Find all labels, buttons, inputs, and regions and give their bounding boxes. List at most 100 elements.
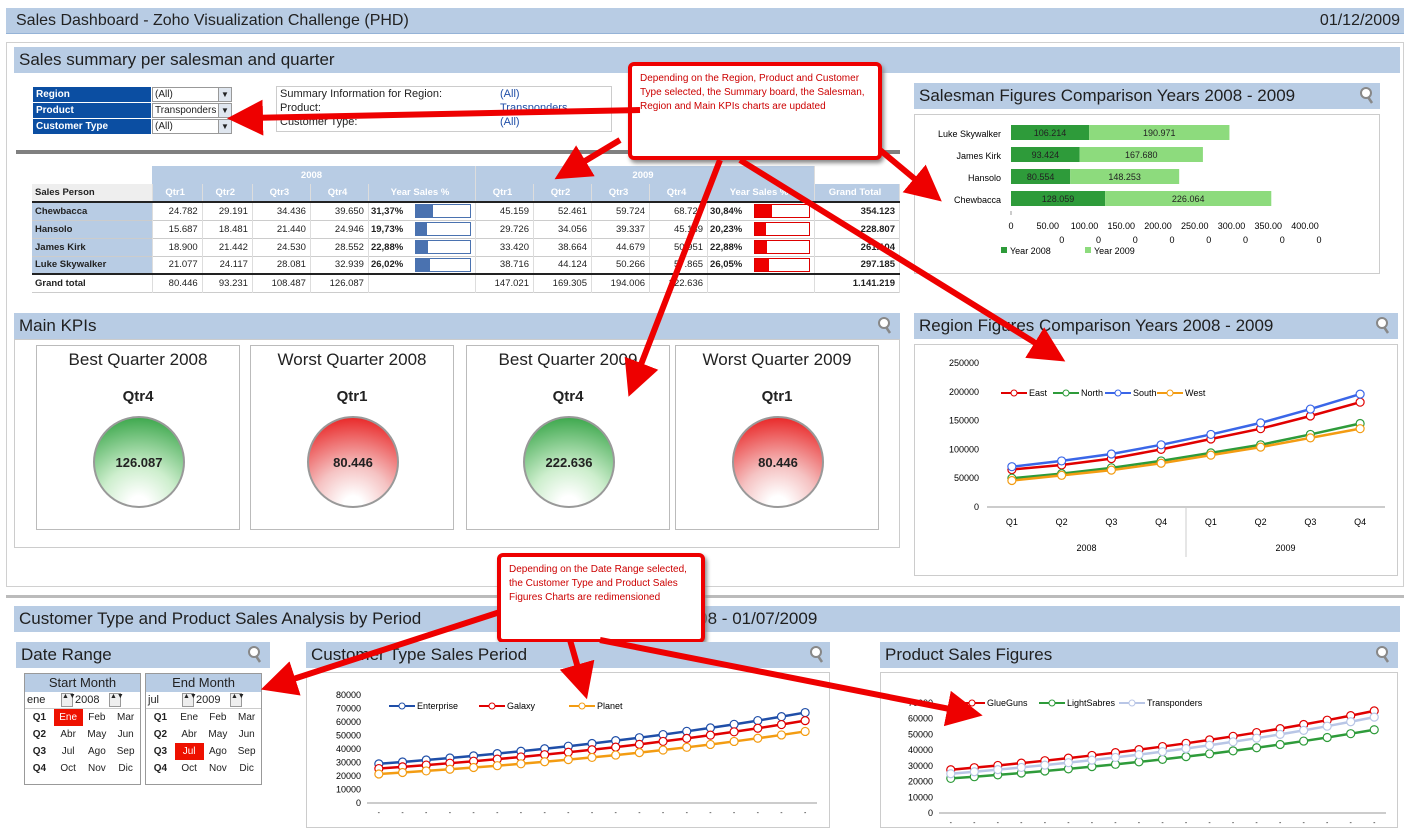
legend-label: LightSabres	[1067, 698, 1116, 708]
month-cell[interactable]: Ago	[83, 743, 112, 760]
progress-fill	[415, 223, 427, 235]
month-cell[interactable]: Oct	[175, 760, 204, 777]
month-cell[interactable]: Jun	[232, 726, 261, 743]
month-cell[interactable]: Jul	[54, 743, 83, 760]
month-cell[interactable]: Mar	[111, 709, 140, 726]
month-cell[interactable]: May	[83, 726, 112, 743]
data-point	[1106, 465, 1116, 475]
magnifier-icon[interactable]	[246, 645, 264, 663]
month-cell[interactable]: Abr	[175, 726, 204, 743]
x-tick-label: -	[567, 810, 570, 817]
quarter-row: Q1 Ene Feb Mar	[146, 709, 261, 726]
x-tick-label: 150.00	[1107, 221, 1135, 231]
magnifier-icon[interactable]	[808, 645, 826, 663]
x-tick-label: -	[591, 810, 594, 817]
data-point	[1252, 733, 1262, 743]
summary-info-box: Summary Information for Region: (All) Pro…	[276, 86, 612, 132]
chevron-down-icon[interactable]: ▼	[218, 104, 231, 117]
x-tick-label: -	[1255, 820, 1258, 827]
month-cell[interactable]: Feb	[204, 709, 233, 726]
progress-fill	[755, 223, 766, 235]
x-tick-label: -	[496, 810, 499, 817]
month-cell[interactable]: Ene	[53, 709, 83, 726]
y-tick-label: 0	[356, 798, 361, 808]
chevron-down-icon[interactable]: ▼	[218, 88, 231, 101]
cell: 18.481	[202, 220, 253, 238]
year-pct-2008: 19,73%	[368, 220, 476, 238]
month-cell[interactable]: Sep	[111, 743, 140, 760]
cell: 59.724	[591, 202, 651, 220]
progress-bar	[754, 240, 811, 254]
data-point	[1063, 758, 1073, 768]
data-point	[1346, 717, 1356, 727]
quarter-label: Q4	[153, 763, 168, 774]
start-spinners: ene ▲▼2008 ▲▼	[25, 692, 140, 709]
x-tick-label: 250.00	[1181, 221, 1209, 231]
month-cell[interactable]: Jul	[174, 743, 204, 760]
product-select[interactable]: Transponders ▼	[152, 103, 232, 118]
month-cell[interactable]: Nov	[83, 760, 112, 777]
magnifier-icon[interactable]	[1374, 645, 1392, 663]
spinner-icon[interactable]: ▲▼	[230, 693, 245, 708]
data-point	[1206, 450, 1216, 460]
customer-type-chart-title: Customer Type Sales Period	[306, 642, 830, 668]
start-month-picker[interactable]: Start Month ene ▲▼2008 ▲▼ Q1 Ene Feb Mar Q2 Abr Ma…	[24, 673, 141, 785]
kpi-gauge: 80.446	[307, 416, 399, 508]
month-cell[interactable]: Feb	[83, 709, 112, 726]
month-cell[interactable]: Mar	[232, 709, 261, 726]
x-tick-label: -	[780, 810, 783, 817]
quarter-row: Q2 Abr May Jun	[25, 726, 140, 743]
month-cell[interactable]: Nov	[204, 760, 233, 777]
month-cell[interactable]: Sep	[232, 743, 261, 760]
month-cell[interactable]: Dic	[232, 760, 261, 777]
data-point	[1369, 725, 1379, 735]
product-chart: 70000 60000 50000 40000 30000 20000 10000 0 - - - -…	[880, 672, 1398, 828]
data-point	[658, 736, 668, 747]
salesman-chart-title: Salesman Figures Comparison Years 2008 -…	[914, 83, 1380, 109]
month-cell[interactable]: Jun	[111, 726, 140, 743]
data-point	[587, 745, 597, 755]
month-cell[interactable]: Ago	[204, 743, 233, 760]
month-cell[interactable]: Dic	[111, 760, 140, 777]
info-product-label: Product:	[280, 102, 321, 114]
x-tick-label: -	[638, 810, 641, 817]
cell: 44.679	[591, 238, 651, 256]
y-tick-label: 70000	[336, 704, 361, 714]
region-select[interactable]: (All) ▼	[152, 87, 232, 102]
y-tick-label: 10000	[908, 792, 933, 802]
spinner-icon[interactable]: ▲▼	[109, 693, 124, 708]
legend-swatch	[1085, 247, 1091, 253]
cell: 15.687	[152, 220, 203, 238]
cell: 38.716	[475, 256, 534, 274]
month-cell[interactable]: Ene	[175, 709, 204, 726]
customer-type-select[interactable]: (All) ▼	[152, 119, 232, 134]
y-tick-label: 250000	[949, 358, 979, 368]
magnifier-icon[interactable]	[1374, 316, 1392, 334]
info-customer-value: (All)	[500, 116, 520, 128]
spinner-icon[interactable]: ▲▼	[182, 693, 197, 708]
month-cell[interactable]: Oct	[54, 760, 83, 777]
magnifier-icon[interactable]	[1358, 86, 1376, 104]
quarter-row: Q4 Oct Nov Dic	[25, 760, 140, 777]
data-point	[753, 715, 763, 726]
magnifier-icon[interactable]	[876, 316, 894, 334]
data-point	[1299, 736, 1309, 746]
end-month-label: End Month	[146, 674, 261, 692]
chevron-down-icon[interactable]: ▼	[218, 120, 231, 133]
table-row: Luke Skywalker 21.077 24.117 28.081 32.939 26…	[32, 256, 900, 274]
cell: 108.487	[252, 274, 311, 292]
spinner-icon[interactable]: ▲▼	[61, 693, 76, 708]
data-point	[516, 759, 526, 769]
data-point	[993, 765, 1003, 775]
cell: 93.231	[202, 274, 253, 292]
month-cell[interactable]: May	[204, 726, 233, 743]
cell: 68.720	[649, 202, 709, 220]
summary-table: 2008 2009 Sales Person Qtr1 Qtr2 Qtr3 Qtr4 Y…	[32, 166, 900, 293]
y-tick-label: 60000	[908, 714, 933, 724]
end-month-picker[interactable]: End Month jul ▲▼2009 ▲▼ Q1 Ene Feb Mar Q2 Abr May J…	[145, 673, 262, 785]
quarter-header: Qtr4	[649, 184, 709, 202]
month-cell[interactable]: Abr	[54, 726, 83, 743]
cell: 80.446	[152, 274, 203, 292]
data-point	[776, 712, 787, 722]
x-tick-label: -	[1161, 820, 1164, 827]
